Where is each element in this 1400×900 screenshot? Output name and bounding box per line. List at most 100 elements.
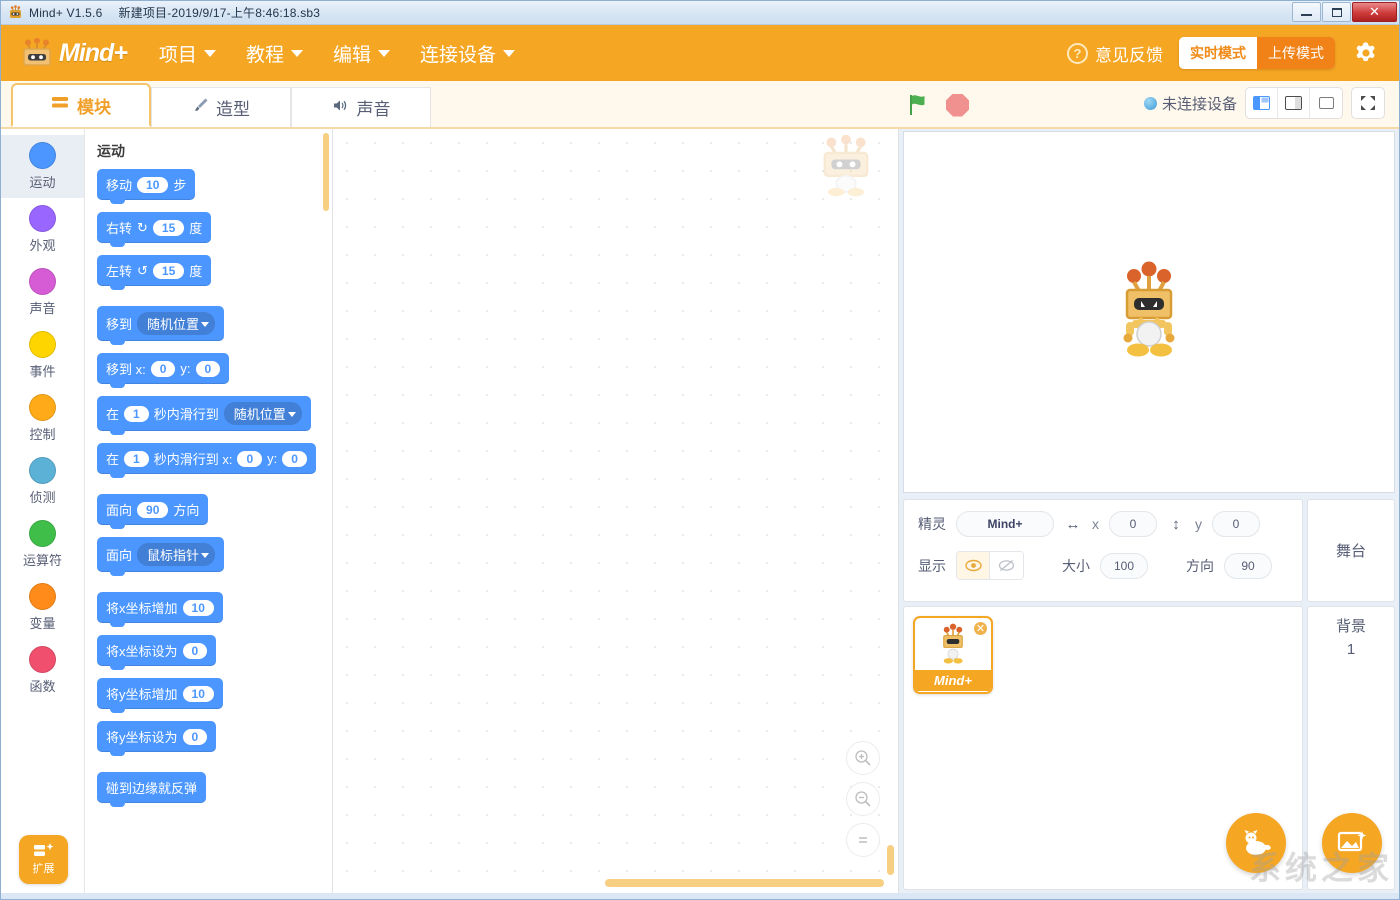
sprite-size-input[interactable]: 100 bbox=[1100, 553, 1148, 579]
category-sound[interactable]: 声音 bbox=[1, 261, 84, 324]
block-change-y-by[interactable]: 将y坐标增加 10 bbox=[97, 678, 223, 709]
workspace-vertical-scrollbar[interactable] bbox=[887, 129, 894, 875]
sprite-y-input[interactable]: 0 bbox=[1212, 511, 1260, 537]
block-dropdown-target[interactable]: 随机位置 bbox=[224, 402, 302, 425]
tab-blocks[interactable]: 模块 bbox=[11, 83, 151, 127]
sprite-card-mindplus[interactable]: ✕ bbox=[913, 616, 993, 694]
small-stage-button[interactable] bbox=[1246, 88, 1278, 118]
block-input-seconds[interactable]: 1 bbox=[124, 451, 149, 467]
stage-only-button[interactable] bbox=[1310, 88, 1342, 118]
eye-slash-icon[interactable] bbox=[990, 552, 1023, 579]
sprite-watermark-icon bbox=[816, 135, 876, 197]
zoom-in-icon[interactable] bbox=[846, 741, 880, 775]
add-sprite-button[interactable] bbox=[1226, 813, 1286, 873]
block-dropdown-towards[interactable]: 鼠标指针 bbox=[137, 543, 215, 566]
category-functions[interactable]: 函数 bbox=[1, 639, 84, 702]
sprite-x-input[interactable]: 0 bbox=[1109, 511, 1157, 537]
block-dropdown-target[interactable]: 随机位置 bbox=[137, 312, 215, 335]
block-text: 秒内滑行到 bbox=[154, 404, 219, 423]
category-looks[interactable]: 外观 bbox=[1, 198, 84, 261]
fullscreen-button[interactable] bbox=[1351, 87, 1385, 119]
gear-icon[interactable] bbox=[1351, 38, 1381, 68]
block-point-in-direction[interactable]: 面向 90 方向 bbox=[97, 494, 208, 525]
add-extension-button[interactable]: 扩展 bbox=[19, 835, 68, 884]
block-glide-to-xy[interactable]: 在 1 秒内滑行到 x: 0 y: 0 bbox=[97, 443, 316, 474]
block-text: 度 bbox=[189, 261, 202, 280]
workspace-zoom-controls bbox=[846, 741, 880, 857]
eye-icon[interactable] bbox=[957, 552, 990, 579]
run-controls bbox=[906, 92, 969, 118]
block-input-steps[interactable]: 10 bbox=[137, 177, 168, 193]
block-turn-left[interactable]: 左转 ↺ 15 度 bbox=[97, 255, 211, 286]
x-label: x bbox=[1092, 516, 1099, 532]
minimize-button[interactable] bbox=[1292, 2, 1321, 22]
code-workspace[interactable] bbox=[333, 129, 899, 893]
block-input-x[interactable]: 0 bbox=[151, 361, 176, 377]
zoom-out-icon[interactable] bbox=[846, 782, 880, 816]
upload-mode-button[interactable]: 上传模式 bbox=[1257, 37, 1335, 69]
x-arrows-icon: ↔ bbox=[1064, 516, 1082, 533]
large-stage-button[interactable] bbox=[1278, 88, 1310, 118]
close-button[interactable]: ✕ bbox=[1352, 2, 1397, 22]
block-palette[interactable]: 运动 移动 10 步 右转 ↻ 15 度 左转 ↺ 15 度 bbox=[85, 129, 333, 893]
sprite-direction-label: 方向 bbox=[1186, 556, 1214, 576]
sprite-direction-input[interactable]: 90 bbox=[1224, 553, 1272, 579]
category-events[interactable]: 事件 bbox=[1, 324, 84, 387]
block-input-degrees[interactable]: 15 bbox=[153, 220, 184, 236]
block-input-x[interactable]: 0 bbox=[237, 451, 262, 467]
block-input-direction[interactable]: 90 bbox=[137, 502, 168, 518]
stage[interactable] bbox=[903, 131, 1395, 493]
tab-sounds[interactable]: 声音 bbox=[291, 87, 431, 127]
add-backdrop-button[interactable] bbox=[1322, 813, 1382, 873]
block-input-degrees[interactable]: 15 bbox=[153, 263, 184, 279]
block-turn-right[interactable]: 右转 ↻ 15 度 bbox=[97, 212, 211, 243]
category-operators[interactable]: 运算符 bbox=[1, 513, 84, 576]
block-glide-to-target[interactable]: 在 1 秒内滑行到 随机位置 bbox=[97, 396, 311, 431]
block-text: 面向 bbox=[106, 545, 132, 564]
workspace-horizontal-scrollbar[interactable] bbox=[605, 879, 884, 887]
chevron-down-icon bbox=[378, 50, 390, 57]
sprite-properties: 精灵 Mind+ ↔ x 0 ↕ y 0 显示 bbox=[903, 499, 1303, 602]
block-move-steps[interactable]: 移动 10 步 bbox=[97, 169, 195, 200]
block-point-towards[interactable]: 面向 鼠标指针 bbox=[97, 537, 224, 572]
category-variables[interactable]: 变量 bbox=[1, 576, 84, 639]
stage-selector-header[interactable]: 舞台 bbox=[1307, 499, 1395, 602]
menu-item-edit[interactable]: 编辑 bbox=[331, 36, 392, 71]
category-control[interactable]: 控制 bbox=[1, 387, 84, 450]
block-input-dx[interactable]: 10 bbox=[183, 600, 214, 616]
block-input-x[interactable]: 0 bbox=[183, 643, 208, 659]
category-motion[interactable]: 运动 bbox=[1, 135, 84, 198]
block-input-y[interactable]: 0 bbox=[196, 361, 221, 377]
stage-controls: 未连接设备 bbox=[1144, 87, 1399, 127]
block-goto-target[interactable]: 移到 随机位置 bbox=[97, 306, 224, 341]
category-color-dot bbox=[29, 520, 56, 547]
zoom-reset-icon[interactable] bbox=[846, 823, 880, 857]
chevron-down-icon bbox=[503, 50, 515, 57]
block-text: 在 bbox=[106, 404, 119, 423]
menu-item-tutorial[interactable]: 教程 bbox=[244, 36, 305, 71]
block-set-y-to[interactable]: 将y坐标设为 0 bbox=[97, 721, 216, 752]
category-sensing[interactable]: 侦测 bbox=[1, 450, 84, 513]
realtime-mode-button[interactable]: 实时模式 bbox=[1179, 37, 1257, 69]
sprite-size-label: 大小 bbox=[1062, 556, 1090, 576]
block-input-y[interactable]: 0 bbox=[282, 451, 307, 467]
tab-label: 模块 bbox=[77, 93, 111, 118]
green-flag-icon[interactable] bbox=[906, 92, 932, 118]
block-input-y[interactable]: 0 bbox=[183, 729, 208, 745]
sprite-name-input[interactable]: Mind+ bbox=[956, 511, 1054, 537]
block-set-x-to[interactable]: 将x坐标设为 0 bbox=[97, 635, 216, 666]
menu-item-project[interactable]: 项目 bbox=[157, 36, 218, 71]
block-change-x-by[interactable]: 将x坐标增加 10 bbox=[97, 592, 223, 623]
delete-sprite-icon[interactable]: ✕ bbox=[973, 621, 988, 636]
feedback-button[interactable]: ? 意见反馈 bbox=[1067, 41, 1163, 66]
block-goto-xy[interactable]: 移到 x: 0 y: 0 bbox=[97, 353, 229, 384]
palette-scrollbar[interactable] bbox=[323, 133, 329, 211]
block-if-on-edge-bounce[interactable]: 碰到边缘就反弹 bbox=[97, 772, 206, 803]
tab-costumes[interactable]: 造型 bbox=[151, 87, 291, 127]
stop-icon[interactable] bbox=[946, 94, 969, 117]
maximize-button[interactable] bbox=[1322, 2, 1351, 22]
stage-sprite-mindplus[interactable] bbox=[1114, 260, 1184, 360]
block-input-seconds[interactable]: 1 bbox=[124, 406, 149, 422]
menu-item-connect-device[interactable]: 连接设备 bbox=[418, 36, 517, 71]
block-input-dy[interactable]: 10 bbox=[183, 686, 214, 702]
